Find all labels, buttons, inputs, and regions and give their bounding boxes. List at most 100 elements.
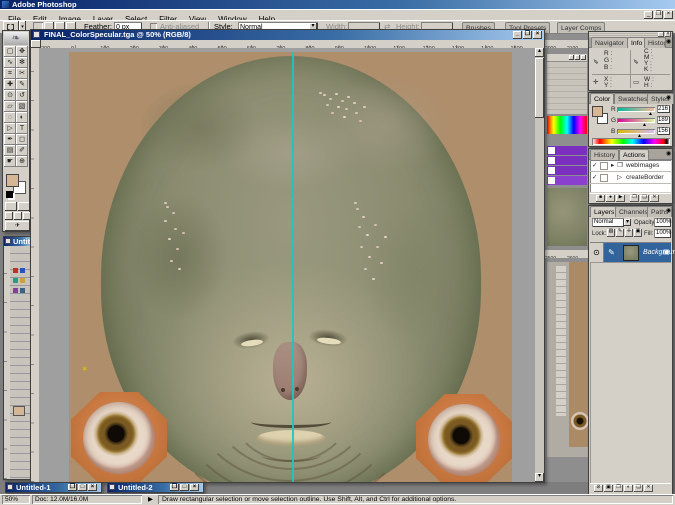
clone-stamp-tool[interactable]: ⊙ [4, 90, 16, 101]
restore-button[interactable]: ❐ [654, 11, 663, 19]
tab-navigator[interactable]: Navigator [591, 37, 628, 48]
document-title-bar[interactable]: FINAL_ColorSpecular.tga @ 50% (RGB/8) _ … [31, 30, 544, 40]
adjustment-layer-button[interactable]: ◐ [624, 485, 633, 492]
opacity-value[interactable]: 100% [654, 218, 671, 227]
minimized-title-bar[interactable]: Untitled-2 ❐ □ × [108, 483, 203, 492]
action-name[interactable]: createBorder [626, 174, 664, 182]
canvas[interactable]: ✶ [69, 52, 512, 482]
delete-layer-button[interactable]: ✕ [644, 485, 653, 492]
gradient-tool[interactable]: ▧ [16, 101, 28, 112]
tab-actions[interactable]: Actions [619, 149, 649, 160]
min-maximize-button[interactable]: □ [78, 484, 87, 491]
zoom-tool[interactable]: ⊕ [16, 156, 28, 167]
standard-mode-button[interactable] [5, 202, 17, 211]
slider-g-thumb[interactable]: ▲ [642, 122, 647, 128]
close-button[interactable]: × [664, 11, 673, 19]
delete-button[interactable]: ✕ [650, 195, 659, 202]
doc-size-field[interactable]: Doc: 12.0M/16.0M [32, 495, 142, 504]
blend-mode-arrow[interactable]: ▾ [624, 219, 631, 226]
screen-mode-full-menubar-button[interactable] [14, 212, 22, 220]
palette-menu-arrow[interactable]: ◉ [666, 150, 671, 157]
min-close-button[interactable]: × [190, 484, 199, 491]
screen-mode-standard-button[interactable] [5, 212, 13, 220]
play-button[interactable]: ▶ [616, 195, 625, 202]
eraser-tool[interactable]: ▱ [4, 101, 16, 112]
crop-tool[interactable]: ⌗ [4, 68, 16, 79]
action-set-name[interactable]: webImages [626, 162, 659, 170]
toggle-box[interactable] [600, 174, 608, 182]
type-tool[interactable]: T [16, 123, 28, 134]
tab-color[interactable]: Color [590, 93, 614, 104]
doc-close-button[interactable]: × [533, 31, 542, 39]
expand-arrow-icon[interactable]: ▷ [617, 174, 622, 182]
new-action-button[interactable]: ❏ [640, 195, 649, 202]
brush-tool[interactable]: ✎ [16, 79, 28, 90]
history-brush-tool[interactable]: ↺ [16, 90, 28, 101]
slider-b-track[interactable] [617, 129, 655, 134]
palette-menu-arrow[interactable]: ◉ [666, 94, 671, 101]
slider-g-track[interactable] [617, 118, 655, 123]
action-row[interactable]: ✓ ▷ createBorder [590, 173, 671, 184]
eyedropper-tool[interactable]: ✐ [16, 145, 28, 156]
doc-vertical-scrollbar[interactable]: ▴ ▾ [535, 48, 544, 482]
quickmask-mode-button[interactable] [18, 202, 30, 211]
healing-brush-tool[interactable]: ✚ [4, 79, 16, 90]
new-layer-button[interactable]: ❏ [634, 485, 643, 492]
left-doc-content[interactable] [10, 246, 32, 479]
lock-all-icon[interactable]: ▣ [634, 229, 642, 237]
palette-menu-arrow[interactable]: ◉ [666, 38, 671, 45]
minimize-button[interactable]: _ [644, 11, 653, 19]
lock-image-icon[interactable]: ✎ [616, 229, 624, 237]
checkmark-icon[interactable]: ✓ [592, 162, 597, 170]
rectangular-marquee-tool[interactable]: ▢ [4, 46, 16, 57]
slider-b-value[interactable]: 156 [657, 127, 670, 135]
min-close-button[interactable]: × [88, 484, 97, 491]
default-colors-icon[interactable] [6, 191, 13, 198]
minimized-title-bar[interactable]: Untitled-1 ❐ □ × [6, 483, 101, 492]
zoom-level-field[interactable]: 50% [2, 495, 30, 504]
slider-g-value[interactable]: 189 [657, 116, 670, 124]
palette-menu-arrow[interactable]: ◉ [666, 207, 671, 214]
layer-row-background[interactable]: ⊙ ✎ Background ▣ [590, 242, 671, 262]
jump-to-imageready-button[interactable]: ✈ [5, 221, 30, 231]
lock-position-icon[interactable]: ✛ [625, 229, 633, 237]
record-button[interactable]: ● [606, 195, 615, 202]
notes-tool[interactable]: ▤ [4, 145, 16, 156]
min-restore-button[interactable]: ❐ [170, 484, 179, 491]
hand-tool[interactable]: ☛ [4, 156, 16, 167]
magic-wand-tool[interactable]: ✻ [16, 57, 28, 68]
foreground-color-swatch[interactable] [592, 106, 603, 117]
slider-r-thumb[interactable]: ▲ [648, 111, 653, 117]
stop-button[interactable]: ■ [596, 195, 605, 202]
blur-tool[interactable]: ◌ [4, 112, 16, 123]
tab-histogram[interactable]: Histogram [644, 37, 666, 48]
doc-restore-button[interactable]: ❐ [523, 31, 532, 39]
minimized-window-2[interactable]: Untitled-2 ❐ □ × [107, 482, 204, 493]
visibility-toggle[interactable]: ⊙ [590, 243, 604, 263]
scroll-thumb[interactable] [535, 58, 544, 118]
min-maximize-button[interactable]: □ [180, 484, 189, 491]
scroll-up-button[interactable]: ▴ [535, 48, 544, 57]
toggle-box[interactable] [600, 162, 608, 170]
doc-minimize-button[interactable]: _ [513, 31, 522, 39]
dodge-tool[interactable]: ◐ [16, 112, 28, 123]
lock-transparency-icon[interactable]: ▨ [607, 229, 615, 237]
layer-effects-button[interactable]: ⊘ [594, 485, 603, 492]
action-set-row[interactable]: ✓ ▸ ❐ webImages [590, 161, 671, 172]
status-arrow-icon[interactable]: ▶ [148, 495, 153, 504]
min-restore-button[interactable]: ❐ [68, 484, 77, 491]
slider-r-value[interactable]: 216 [657, 105, 670, 113]
color-spectrum-bar[interactable] [592, 138, 670, 145]
pen-tool[interactable]: ✒ [4, 134, 16, 145]
layer-mask-button[interactable]: ▣ [604, 485, 613, 492]
foreground-color-swatch[interactable] [6, 174, 19, 187]
path-selection-tool[interactable]: ▷ [4, 123, 16, 134]
minimized-window-1[interactable]: Untitled-1 ❐ □ × [5, 482, 102, 493]
lasso-tool[interactable]: ∿ [4, 57, 16, 68]
fill-value[interactable]: 100% [654, 229, 671, 238]
slice-tool[interactable]: ✂ [16, 68, 28, 79]
tab-history[interactable]: History [590, 149, 619, 160]
new-set-button[interactable]: ❐ [630, 195, 639, 202]
new-set-button[interactable]: ❐ [614, 485, 623, 492]
expand-arrow-icon[interactable]: ▸ [611, 162, 614, 170]
